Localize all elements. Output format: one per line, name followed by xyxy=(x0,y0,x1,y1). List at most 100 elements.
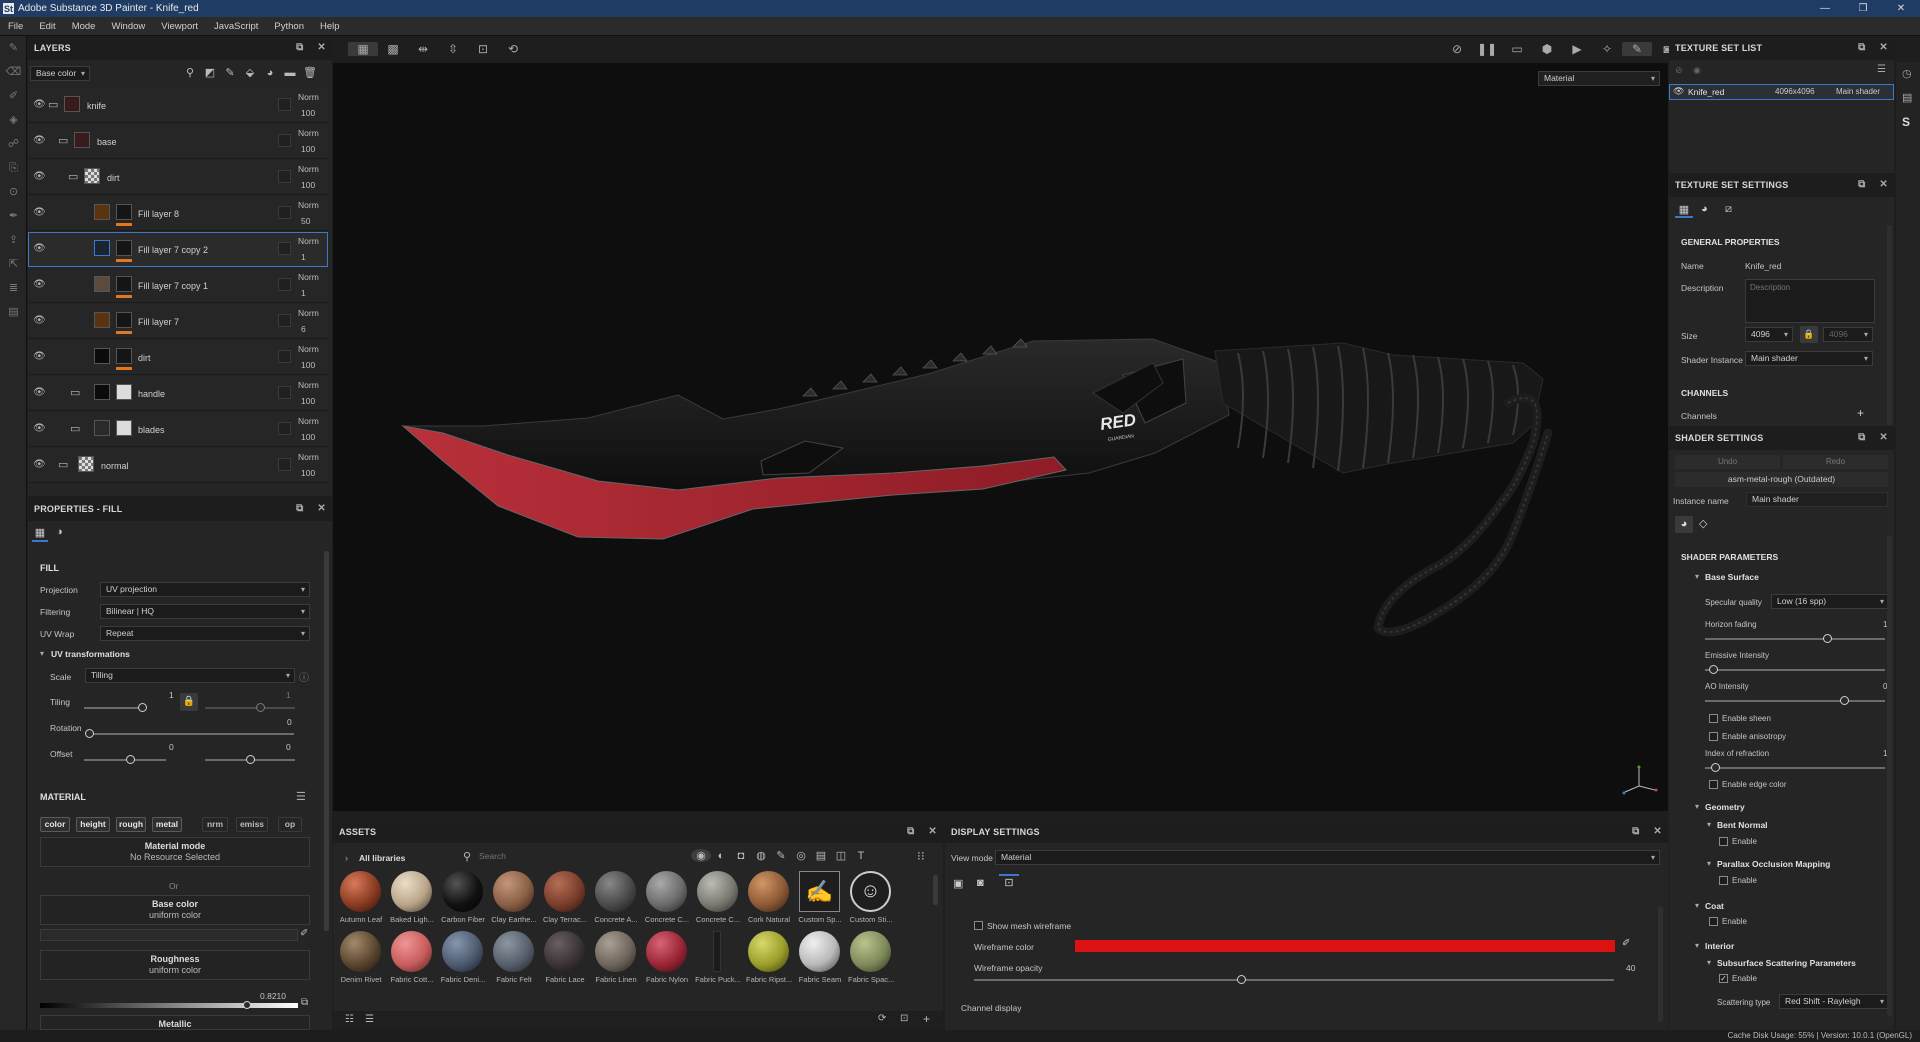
menu-window[interactable]: Window xyxy=(103,21,153,32)
collapse-icon[interactable]: ▾ xyxy=(1695,941,1699,950)
viewer-tab-icon[interactable]: ⊡ xyxy=(999,874,1019,892)
menu-viewport[interactable]: Viewport xyxy=(153,21,206,32)
float-icon[interactable]: ⧉ xyxy=(1858,426,1865,450)
menu-help[interactable]: Help xyxy=(312,21,348,32)
material-tab-icon[interactable]: ▦ xyxy=(32,526,48,542)
substance-icon[interactable]: S xyxy=(1902,115,1910,129)
filter-brush-icon[interactable]: ✎ xyxy=(771,849,791,862)
geometry-mask-icon[interactable]: ◈ xyxy=(0,108,27,132)
close-panel-icon[interactable]: ✕ xyxy=(928,821,937,843)
offset-value-a[interactable]: 0 xyxy=(169,742,174,752)
shader-preset-button[interactable]: asm-metal-rough (Outdated) xyxy=(1675,472,1888,487)
filter-material-icon[interactable]: ◉ xyxy=(691,849,711,862)
layer-row[interactable]: 👁 ▭ blades Norm 100 xyxy=(28,412,328,447)
close-panel-icon[interactable]: ✕ xyxy=(317,497,326,521)
channel-chip-op[interactable]: op xyxy=(278,817,302,832)
roughness-gradient-slider[interactable] xyxy=(40,1003,298,1008)
grid-view-icon[interactable]: ▩ xyxy=(378,42,408,56)
visibility-eye-icon[interactable]: 👁 xyxy=(33,99,46,111)
eyedropper-icon[interactable]: ✐ xyxy=(300,928,308,939)
grid-size-icon[interactable]: ⁝⁝ xyxy=(917,849,925,863)
log-panel-icon[interactable]: ▤ xyxy=(1902,91,1912,104)
layer-mask-slot[interactable] xyxy=(278,206,291,219)
visibility-eye-icon[interactable]: 👁 xyxy=(33,207,46,219)
asset-thumbnail[interactable] xyxy=(748,871,789,912)
offset-slider-a[interactable] xyxy=(84,759,166,761)
asset-thumbnail[interactable] xyxy=(544,871,585,912)
wireframe-eyedropper-icon[interactable]: ✐ xyxy=(1622,938,1630,949)
hide-icon[interactable]: ⊘ xyxy=(1675,65,1683,76)
cube-icon[interactable]: ⬢ xyxy=(1532,42,1562,56)
asset-thumbnail[interactable]: ✍ xyxy=(799,871,840,912)
view-mode-select[interactable]: Material ▾ xyxy=(995,850,1660,865)
asset-thumbnail[interactable] xyxy=(493,931,534,972)
layer-row[interactable]: 👁 ▭ handle Norm 100 xyxy=(28,376,328,411)
picker-icon[interactable]: ✒ xyxy=(0,204,27,228)
base-color-slot[interactable]: Base color uniform color xyxy=(40,895,310,925)
layer-row[interactable]: 👁 ▭ knife Norm 100 xyxy=(28,88,328,123)
geometry-heading[interactable]: Geometry xyxy=(1705,802,1745,812)
enable-edge-color-checkbox[interactable] xyxy=(1709,780,1718,789)
visibility-eye-icon[interactable]: 👁 xyxy=(33,423,46,435)
mirror-y-icon[interactable]: ⇳ xyxy=(438,42,468,56)
layer-mask-slot[interactable] xyxy=(278,278,291,291)
roughness-knob[interactable] xyxy=(243,1001,251,1009)
layer-opacity[interactable]: 100 xyxy=(301,180,315,190)
single-view-icon[interactable]: ▦ xyxy=(348,42,378,56)
minimize-icon[interactable]: — xyxy=(1806,0,1844,17)
blend-mode[interactable]: Norm xyxy=(298,344,319,354)
delete-layer-icon[interactable]: 🗑 xyxy=(300,66,320,79)
float-icon[interactable]: ⧉ xyxy=(1858,173,1865,197)
channel-chip-metal[interactable]: metal xyxy=(152,817,182,832)
metallic-slot[interactable]: Metallic xyxy=(40,1015,310,1030)
wireframe-opacity-knob[interactable] xyxy=(1237,975,1246,984)
close-panel-icon[interactable]: ✕ xyxy=(317,36,326,60)
lock-icon[interactable]: 🔒 xyxy=(180,693,198,711)
mirror-x-icon[interactable]: ⇹ xyxy=(408,42,438,56)
blend-mode[interactable]: Norm xyxy=(298,128,319,138)
parallax-enable-checkbox[interactable] xyxy=(1719,876,1728,885)
layer-mask-slot[interactable] xyxy=(278,458,291,471)
texture-set-row[interactable]: 👁 Knife_red 4096x4096 Main shader xyxy=(1669,84,1894,100)
viewport[interactable]: Material ▾ RED GUARDIAN xyxy=(333,63,1668,811)
float-icon[interactable]: ⧉ xyxy=(907,821,914,843)
filter-particle-icon[interactable]: ◎ xyxy=(791,849,811,862)
blend-mode[interactable]: Norm xyxy=(298,236,319,246)
visibility-eye-icon[interactable]: 👁 xyxy=(33,351,46,363)
filtering-select[interactable]: Bilinear | HQ ▾ xyxy=(100,604,310,619)
tss-shader-select[interactable]: Main shader ▾ xyxy=(1745,351,1873,366)
eraser-icon[interactable]: ⌫ xyxy=(0,60,27,84)
layer-mask-slot[interactable] xyxy=(278,134,291,147)
wireframe-opacity-value[interactable]: 40 xyxy=(1626,963,1635,973)
restore-icon[interactable]: ❐ xyxy=(1844,0,1882,17)
color-picker-icon[interactable]: ⊙ xyxy=(0,180,27,204)
tss-description-input[interactable] xyxy=(1745,279,1875,323)
filter-environment-icon[interactable]: ◫ xyxy=(831,849,851,862)
ao-intensity-knob[interactable] xyxy=(1840,696,1849,705)
close-icon[interactable]: ✕ xyxy=(1882,0,1920,17)
export-icon[interactable]: ⇱ xyxy=(0,252,27,276)
rotation-knob[interactable] xyxy=(85,729,94,738)
asset-thumbnail[interactable] xyxy=(595,871,636,912)
layer-row[interactable]: 👁 ▭ base Norm 100 xyxy=(28,124,328,159)
blend-mode[interactable]: Norm xyxy=(298,164,319,174)
visibility-eye-icon[interactable]: 👁 xyxy=(33,387,46,399)
all-libraries-label[interactable]: All libraries xyxy=(359,853,405,863)
frame-icon[interactable]: ⊡ xyxy=(468,42,498,56)
enable-sheen-checkbox[interactable] xyxy=(1709,714,1718,723)
blend-mode[interactable]: Norm xyxy=(298,416,319,426)
tss-general-tab-icon[interactable]: ▦ xyxy=(1675,203,1693,218)
tss-size2-select[interactable]: 4096 ▾ xyxy=(1823,327,1873,342)
close-panel-icon[interactable]: ✕ xyxy=(1879,426,1888,450)
collapse-icon[interactable]: ▾ xyxy=(1695,802,1699,811)
layer-opacity[interactable]: 100 xyxy=(301,468,315,478)
roughness-slot[interactable]: Roughness uniform color xyxy=(40,950,310,980)
asset-thumbnail[interactable] xyxy=(748,931,789,972)
add-effect-icon[interactable]: ⚲ xyxy=(180,66,200,79)
size-lock-icon[interactable]: 🔒 xyxy=(1800,326,1818,343)
layers-icon[interactable]: ≣ xyxy=(0,276,27,300)
ior-slider[interactable] xyxy=(1705,767,1885,769)
libraries-toggle-icon[interactable]: › xyxy=(345,853,348,863)
asset-thumbnail[interactable] xyxy=(697,871,738,912)
asset-thumbnail[interactable] xyxy=(442,931,483,972)
